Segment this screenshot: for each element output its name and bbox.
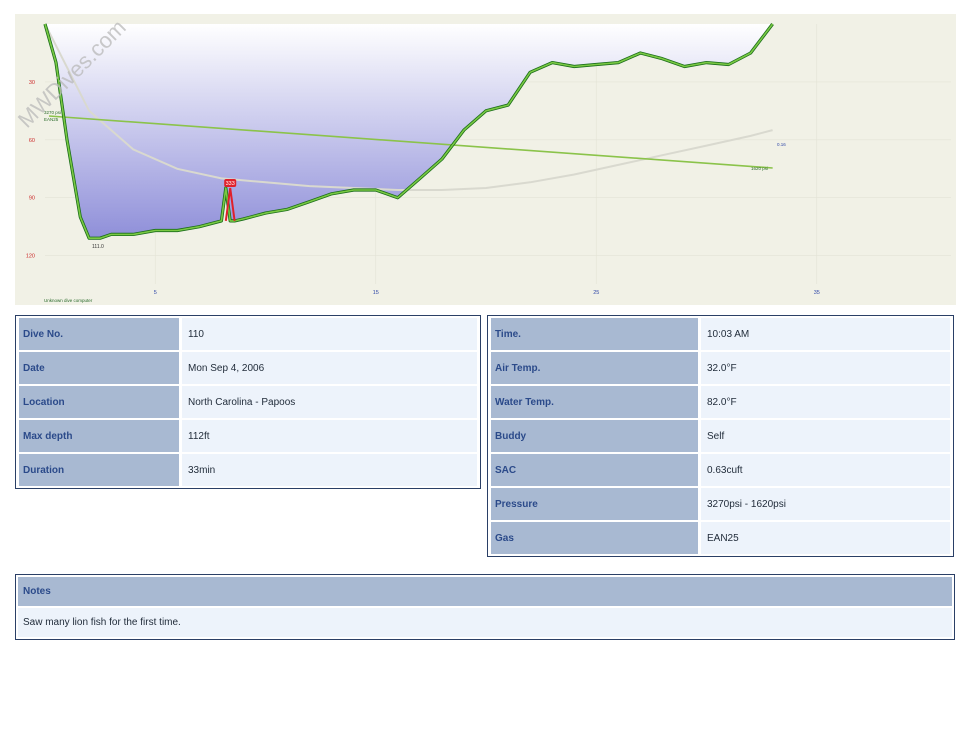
gas-label: Gas [491, 522, 698, 554]
info-row-dive-no: Dive No. 110 [19, 318, 477, 350]
end-pressure-label: 1620 psi [751, 166, 768, 171]
time-label: Time. [491, 318, 698, 350]
max-depth-annotation: 111.0 [92, 244, 104, 250]
info-row-water-temp: Water Temp. 82.0°F [491, 386, 950, 418]
notes-text: Saw many lion fish for the first time. [18, 608, 952, 637]
dive-info-table-right: Time. 10:03 AM Air Temp. 32.0°F Water Te… [487, 315, 954, 557]
max-depth-value: 112ft [182, 420, 477, 452]
sac-label: SAC [491, 454, 698, 486]
info-row-location: Location North Carolina - Papoos [19, 386, 477, 418]
y-tick-label: 30 [29, 80, 35, 86]
dive-no-label: Dive No. [19, 318, 179, 350]
ascent-marker-label: 333 [226, 181, 235, 187]
pressure-value: 3270psi - 1620psi [701, 488, 950, 520]
notes-title: Notes [18, 577, 952, 606]
x-tick-label: 25 [593, 290, 599, 296]
info-row-max-depth: Max depth 112ft [19, 420, 477, 452]
dive-info-table-left: Dive No. 110 Date Mon Sep 4, 2006 Locati… [15, 315, 481, 489]
pressure-label: Pressure [491, 488, 698, 520]
info-row-pressure: Pressure 3270psi - 1620psi [491, 488, 950, 520]
tissue-value-label: 0.16 [777, 142, 786, 147]
water-temp-value: 82.0°F [701, 386, 950, 418]
dive-computer-label: Unknown dive computer [44, 298, 93, 303]
max-depth-label: Max depth [19, 420, 179, 452]
water-temp-label: Water Temp. [491, 386, 698, 418]
location-label: Location [19, 386, 179, 418]
info-row-air-temp: Air Temp. 32.0°F [491, 352, 950, 384]
buddy-value: Self [701, 420, 950, 452]
time-value: 10:03 AM [701, 318, 950, 350]
info-row-buddy: Buddy Self [491, 420, 950, 452]
air-temp-label: Air Temp. [491, 352, 698, 384]
duration-value: 33min [182, 454, 477, 486]
x-tick-label: 35 [814, 290, 820, 296]
location-value: North Carolina - Papoos [182, 386, 477, 418]
info-row-gas: Gas EAN25 [491, 522, 950, 554]
duration-label: Duration [19, 454, 179, 486]
sac-value: 0.63cuft [701, 454, 950, 486]
dive-profile-chart: 3333060901205 15 25 35111.03270 psiEAN25162… [15, 14, 956, 305]
info-row-time: Time. 10:03 AM [491, 318, 950, 350]
gas-value: EAN25 [701, 522, 950, 554]
x-tick-label: 5 [154, 290, 157, 296]
date-value: Mon Sep 4, 2006 [182, 352, 477, 384]
info-row-sac: SAC 0.63cuft [491, 454, 950, 486]
notes-panel: Notes Saw many lion fish for the first t… [15, 574, 955, 640]
gas-mix-label: EAN25 [44, 117, 59, 122]
date-label: Date [19, 352, 179, 384]
x-tick-label: 15 [373, 290, 379, 296]
buddy-label: Buddy [491, 420, 698, 452]
y-tick-label: 90 [29, 196, 35, 202]
y-tick-label: 60 [29, 138, 35, 144]
air-temp-value: 32.0°F [701, 352, 950, 384]
dive-no-value: 110 [182, 318, 477, 350]
y-tick-label: 120 [26, 254, 35, 260]
info-row-duration: Duration 33min [19, 454, 477, 486]
info-row-date: Date Mon Sep 4, 2006 [19, 352, 477, 384]
